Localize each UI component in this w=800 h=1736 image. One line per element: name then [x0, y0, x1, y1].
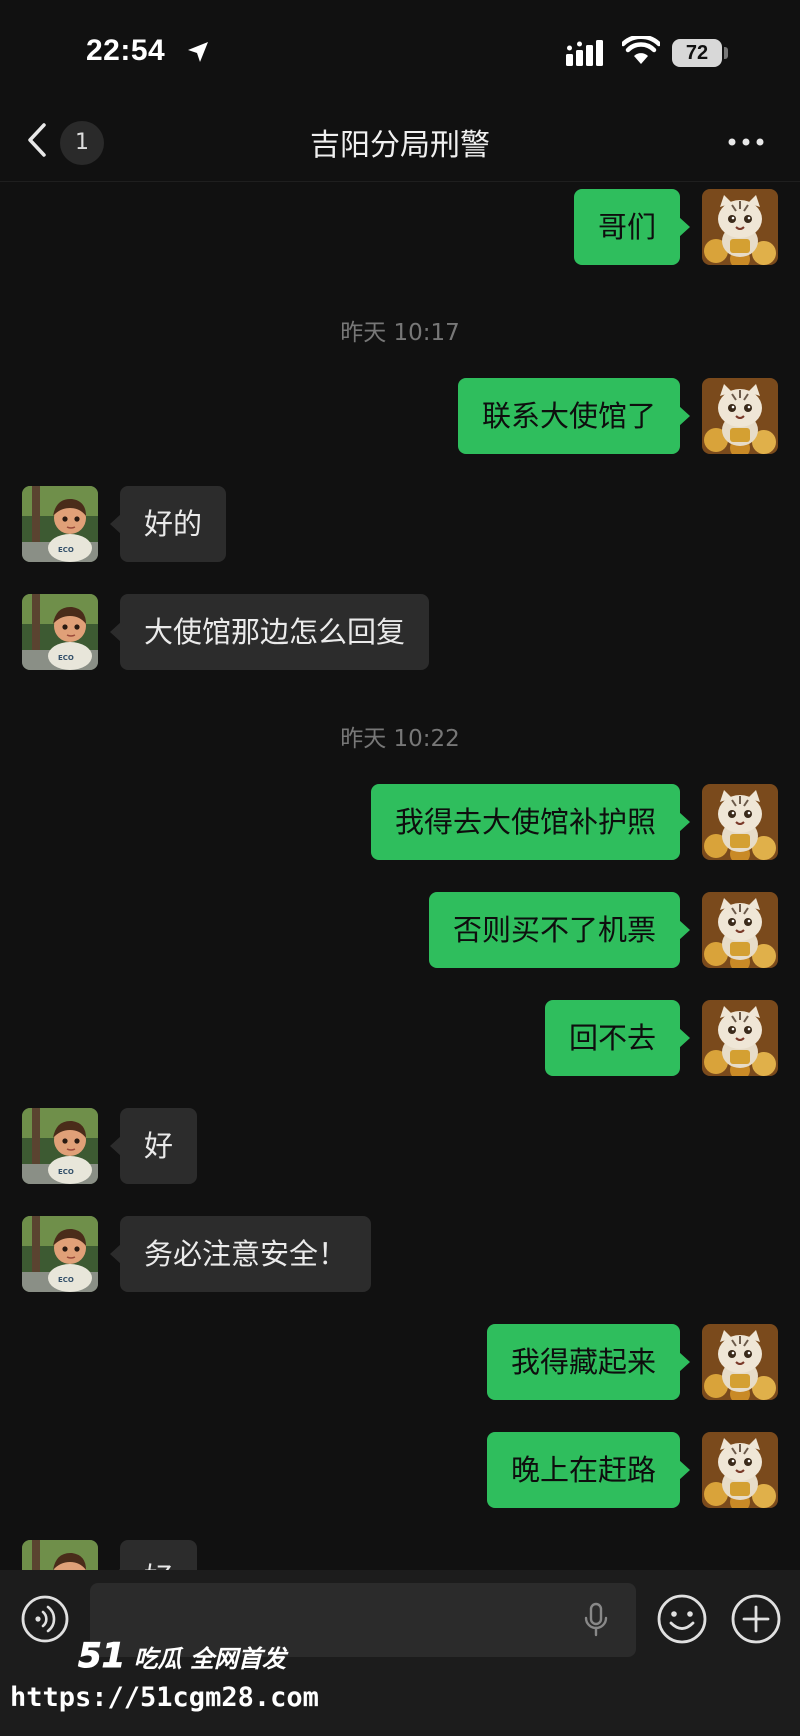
message-bubble[interactable]: 大使馆那边怎么回复	[109, 594, 430, 670]
message-bubble[interactable]: 我得藏起来	[486, 1324, 691, 1400]
message-outgoing: 回不去	[544, 1000, 778, 1076]
message-timestamp: 昨天 10:17	[340, 320, 460, 346]
message-incoming: 务必注意安全！	[22, 1216, 372, 1292]
status-bar: 22:54 72	[0, 0, 800, 100]
battery-icon: 72	[672, 39, 722, 67]
message-outgoing: 我得去大使馆补护照	[370, 784, 778, 860]
battery-tip	[724, 47, 728, 59]
message-bubble[interactable]: 好的	[109, 486, 227, 562]
message-bubble[interactable]: 否则买不了机票	[428, 892, 691, 968]
self-avatar[interactable]	[702, 1324, 778, 1400]
location-arrow-icon	[188, 42, 208, 62]
voice-icon[interactable]	[20, 1594, 70, 1644]
watermark-url: https://51cgm28.com	[10, 1682, 319, 1713]
battery-level: 72	[685, 42, 709, 64]
self-avatar[interactable]	[702, 189, 778, 265]
message-bubble[interactable]: 联系大使馆了	[457, 378, 691, 454]
message-bubble[interactable]: 我得去大使馆补护照	[370, 784, 691, 860]
contact-avatar[interactable]	[22, 486, 98, 562]
contact-avatar[interactable]	[22, 1108, 98, 1184]
message-bubble[interactable]: 回不去	[544, 1000, 691, 1076]
message-bubble[interactable]: 好	[109, 1540, 198, 1570]
chat-nav-bar: 1 吉阳分局刑警	[0, 100, 800, 182]
contact-avatar[interactable]	[22, 1540, 98, 1570]
self-avatar[interactable]	[702, 892, 778, 968]
message-list[interactable]: 哥们 昨天 10:17 联系大使馆了 好的 大使馆那边怎么回复 昨天 10:22…	[0, 182, 800, 1570]
message-incoming: 好	[22, 1540, 198, 1570]
message-bubble[interactable]: 务必注意安全！	[109, 1216, 372, 1292]
mic-icon[interactable]	[582, 1602, 610, 1638]
chat-title: 吉阳分局刑警	[310, 128, 490, 163]
message-outgoing: 否则买不了机票	[428, 892, 778, 968]
message-bubble[interactable]: 晚上在赶路	[486, 1432, 691, 1508]
message-outgoing: 哥们	[573, 189, 778, 265]
contact-avatar[interactable]	[22, 1216, 98, 1292]
self-avatar[interactable]	[702, 1432, 778, 1508]
self-avatar[interactable]	[702, 378, 778, 454]
message-outgoing: 晚上在赶路	[486, 1432, 778, 1508]
message-incoming: 好	[22, 1108, 198, 1184]
message-outgoing: 我得藏起来	[486, 1324, 778, 1400]
watermark-logo-text: 吃瓜 全网首发	[133, 1645, 287, 1673]
plus-icon[interactable]	[730, 1593, 782, 1645]
message-incoming: 大使馆那边怎么回复	[22, 594, 430, 670]
message-timestamp: 昨天 10:22	[340, 726, 460, 752]
message-bubble[interactable]: 好	[109, 1108, 198, 1184]
message-bubble[interactable]: 哥们	[573, 189, 691, 265]
signal-icon	[566, 40, 603, 66]
watermark-logo: 51 吃瓜 全网首发	[77, 1636, 287, 1677]
more-icon[interactable]	[726, 136, 766, 148]
self-avatar[interactable]	[702, 1000, 778, 1076]
status-time: 22:54	[86, 34, 166, 67]
message-incoming: 好的	[22, 486, 227, 562]
watermark-logo-number: 51	[77, 1636, 126, 1677]
wifi-icon	[622, 36, 660, 64]
back-chevron-icon[interactable]	[26, 122, 48, 158]
unread-count-badge[interactable]: 1	[60, 121, 104, 165]
message-outgoing: 联系大使馆了	[457, 378, 778, 454]
contact-avatar[interactable]	[22, 594, 98, 670]
emoji-icon[interactable]	[656, 1593, 708, 1645]
self-avatar[interactable]	[702, 784, 778, 860]
